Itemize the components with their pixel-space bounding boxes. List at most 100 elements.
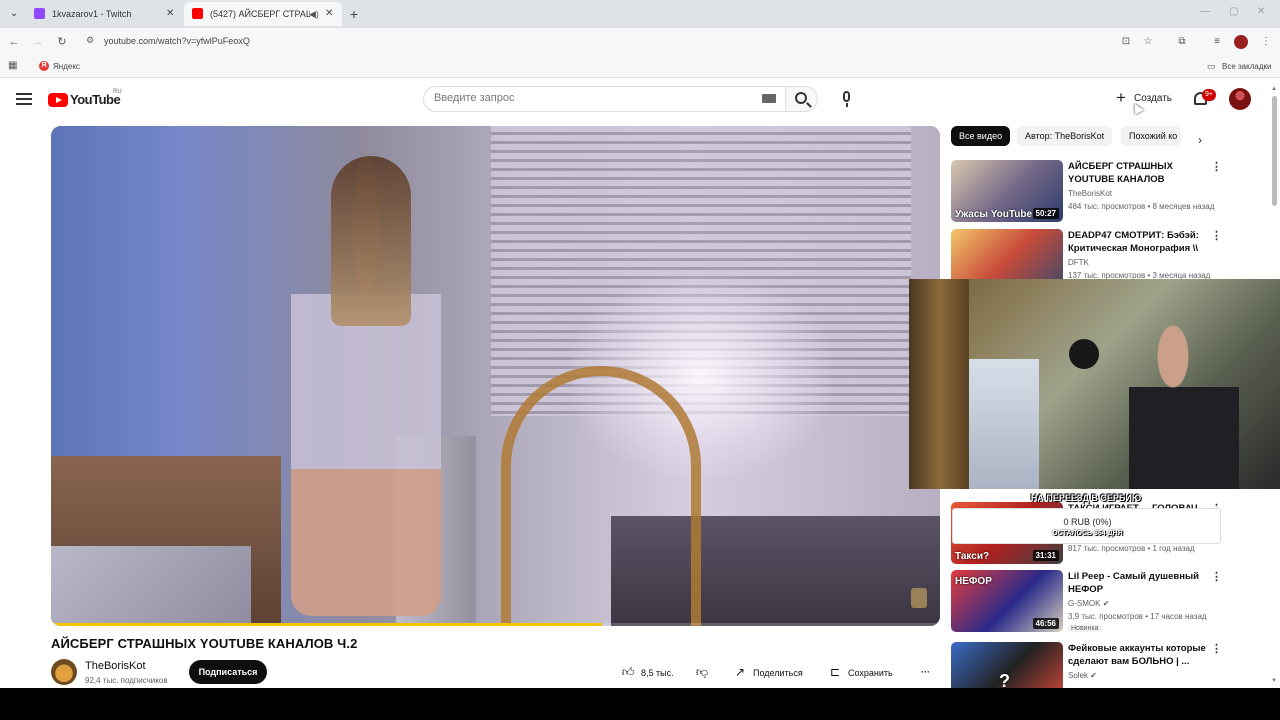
back-icon[interactable]: ← [6, 34, 22, 50]
install-app-icon[interactable]: ⊡ [1118, 34, 1134, 50]
donation-goal-title: НА ПЕРЕЕЗД В СЕРБИЮ [1030, 493, 1142, 503]
list-item[interactable]: Ужасы YouTube 50:27 АЙСБЕРГ СТРАШНЫХ YOU… [951, 160, 1222, 222]
site-info-icon[interactable]: ⚙ [86, 35, 94, 46]
video-title: АЙСБЕРГ СТРАШНЫХ YOUTUBE КАНАЛОВ Ч.2 [51, 636, 358, 651]
list-item[interactable]: НЕФОР 46:56 Lil Peep - Самый душевный НЕ… [951, 570, 1222, 632]
save-button[interactable]: ⊏ Сохранить [828, 660, 893, 684]
chip-similar[interactable]: Похожий ко [1121, 126, 1181, 146]
video-player[interactable] [51, 126, 940, 626]
notification-badge: 9+ [1202, 89, 1216, 101]
video-thumbnail[interactable]: Ужасы YouTube 50:27 [951, 160, 1063, 222]
minimize-icon[interactable]: — [1200, 6, 1210, 17]
recommendation-channel[interactable]: TheBorisKot [1068, 189, 1112, 198]
voice-search-button[interactable] [836, 88, 858, 110]
tab-strip: ⌄ 1kvazarov1 - Twitch ✕ (5427) АЙСБЕРГ С… [0, 0, 1280, 28]
video-thumbnail[interactable]: ? [951, 642, 1063, 688]
tab-twitch[interactable]: 1kvazarov1 - Twitch ✕ [26, 2, 184, 26]
thumbs-up-icon: 👍︎ [621, 665, 635, 679]
youtube-header: YouTube RU + Создать 9+ [0, 79, 1280, 121]
recommendation-channel[interactable]: G-SMOK ✔ [1068, 599, 1109, 608]
channel-avatar[interactable] [51, 659, 77, 685]
all-bookmarks[interactable]: Все закладки [1222, 62, 1271, 71]
speaker-icon[interactable]: ◀) [309, 2, 319, 26]
chip-all-videos[interactable]: Все видео [951, 126, 1011, 146]
more-vert-icon[interactable]: ⋮ [1211, 231, 1222, 242]
new-badge: Новинка [1068, 625, 1102, 632]
close-window-icon[interactable]: ✕ [1257, 6, 1265, 17]
youtube-favicon-icon [192, 8, 203, 19]
page-scrollbar[interactable]: ▲ ▼ [1271, 86, 1278, 686]
subscribe-button[interactable]: Подписаться [189, 660, 267, 684]
bookmark-yandex[interactable]: Яндекс [53, 62, 80, 71]
bookmark-star-icon[interactable]: ☆ [1140, 34, 1156, 50]
region-code: RU [113, 89, 122, 95]
twitch-favicon-icon [34, 8, 45, 19]
webcam-curtain [909, 279, 969, 489]
video-thumbnail[interactable]: НЕФОР 46:56 [951, 570, 1063, 632]
screen-bottom-bar [0, 688, 1280, 720]
recommendation-title[interactable]: DEADP47 СМОТРИТ: Бэбэй: Критическая Моно… [1068, 229, 1208, 255]
search-icon [795, 92, 807, 104]
scroll-down-icon[interactable]: ▼ [1271, 678, 1277, 684]
more-vert-icon[interactable]: ⋮ [1211, 572, 1222, 583]
tab-title: (5427) АЙСБЕРГ СТРАШНЫ [210, 9, 310, 19]
more-actions-icon[interactable]: ··· [921, 660, 930, 684]
search-input[interactable] [434, 92, 754, 104]
recommendation-channel[interactable]: Solek ✔ [1068, 671, 1097, 680]
menu-dots-icon[interactable]: ⋮ [1258, 34, 1274, 50]
filter-chips: Все видео Автор: TheBorisKot Похожий ко [951, 126, 1221, 146]
progress-bar[interactable] [51, 623, 940, 626]
recommendation-title[interactable]: АЙСБЕРГ СТРАШНЫХ YOUTUBE КАНАЛОВ [1068, 160, 1208, 186]
tab-youtube[interactable]: (5427) АЙСБЕРГ СТРАШНЫ ◀) ✕ [184, 2, 342, 26]
scroll-up-icon[interactable]: ▲ [1271, 86, 1277, 92]
close-tab-icon[interactable]: ✕ [166, 2, 174, 26]
recommendation-title[interactable]: Фейковые аккаунты которые сделают вам БО… [1068, 642, 1208, 668]
more-vert-icon[interactable]: ⋮ [1211, 162, 1222, 173]
create-button[interactable]: + Создать [1110, 87, 1178, 111]
media-controls-icon[interactable]: ≡ [1209, 34, 1225, 50]
channel-label: G-SMOK [1068, 599, 1101, 608]
youtube-logo-icon[interactable] [48, 93, 68, 107]
account-avatar[interactable] [1229, 88, 1251, 110]
bookmarks-bar: ▦ Я Яндекс ▭ Все закладки [0, 56, 1280, 78]
reload-icon[interactable]: ↻ [54, 34, 70, 50]
more-vert-icon[interactable]: ⋮ [1211, 644, 1221, 655]
video-duration: 50:27 [1032, 208, 1059, 219]
close-tab-icon[interactable]: ✕ [325, 2, 333, 26]
search-button[interactable] [786, 86, 818, 112]
like-button[interactable]: 👍︎ 8,5 тыс. [621, 660, 674, 684]
forward-icon[interactable]: → [30, 34, 46, 50]
thumbnail-text: Ужасы YouTube [955, 209, 1033, 220]
verified-icon: ✔ [1102, 599, 1110, 608]
profile-icon[interactable] [1234, 35, 1248, 49]
address-bar[interactable]: youtube.com/watch?v=yfwlPuFeoxQ [104, 36, 250, 46]
webcam-overlay [909, 279, 1280, 489]
new-tab-button[interactable]: + [346, 4, 362, 24]
save-label: Сохранить [848, 668, 893, 678]
donation-goal-remaining: ОСТАЛОСЬ 364 ДНЯ [1052, 530, 1123, 537]
keyboard-icon[interactable] [762, 94, 776, 103]
channel-watermark-icon[interactable] [911, 588, 927, 608]
hamburger-menu-icon[interactable] [16, 93, 32, 105]
scroll-thumb[interactable] [1272, 96, 1277, 206]
tab-search-icon[interactable]: ⌄ [6, 6, 22, 22]
chip-author[interactable]: Автор: TheBorisKot [1017, 126, 1113, 146]
search-box [423, 86, 786, 112]
dislike-button[interactable]: 👎︎ [695, 660, 715, 684]
donation-goal-bar: 0 RUB (0%) ОСТАЛОСЬ 364 ДНЯ [952, 508, 1221, 544]
channel-name[interactable]: TheBorisKot [85, 660, 146, 672]
chevron-right-icon[interactable]: › [1198, 133, 1202, 147]
share-button[interactable]: ↗ Поделиться [733, 660, 803, 684]
recommendation-channel[interactable]: DFTK [1068, 258, 1089, 267]
tab-title: 1kvazarov1 - Twitch [52, 9, 132, 19]
recommendation-title[interactable]: Lil Peep - Самый душевный НЕФОР [1068, 570, 1208, 596]
apps-grid-icon[interactable]: ▦ [8, 60, 17, 71]
maximize-icon[interactable]: ▢ [1229, 6, 1238, 17]
video-frame-hair [331, 156, 411, 326]
list-item[interactable]: ? Фейковые аккаунты которые сделают вам … [951, 642, 1221, 688]
share-icon: ↗ [734, 665, 746, 679]
save-icon: ⊏ [829, 665, 841, 679]
webcam-streamer [1129, 319, 1239, 489]
thumbs-down-icon: 👎︎ [695, 665, 709, 679]
extensions-icon[interactable]: ⧉ [1174, 34, 1190, 50]
